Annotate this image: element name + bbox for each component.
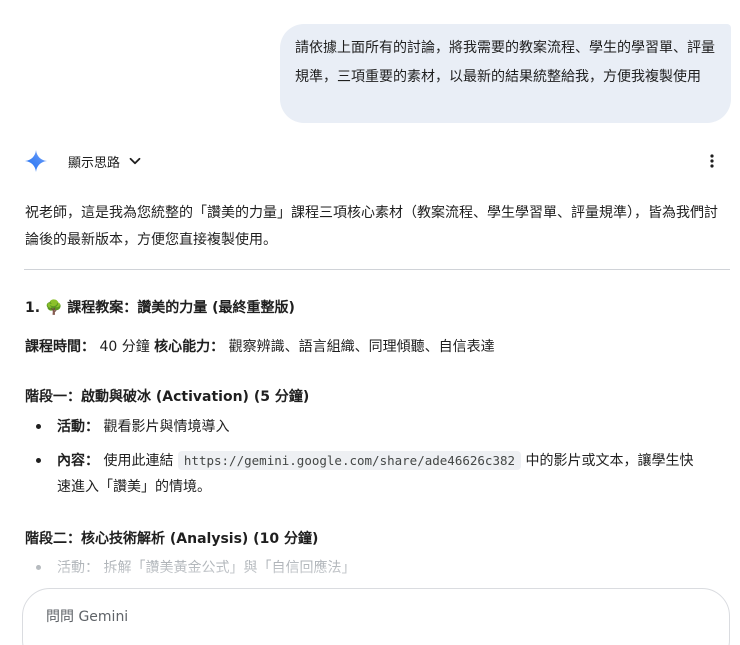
list-item: 活動： 觀看影片與情境導入 <box>25 414 725 440</box>
item-text: 拆解「讚美黃金公式」與「自信回應法」 <box>103 560 356 576</box>
section-number: 1. <box>25 300 41 316</box>
item-text: 觀看影片與情境導入 <box>103 419 230 435</box>
core-ability-value: 觀察辨識、語言組織、同理傾聽、自信表達 <box>228 339 495 355</box>
chevron-down-icon <box>129 157 141 165</box>
gemini-spark-icon <box>25 150 47 172</box>
bullet-dot <box>36 565 41 570</box>
show-thinking-label: 顯示思路 <box>68 155 121 171</box>
item-text: 使用此連結 <box>103 453 174 469</box>
item-text: 中的影片或文本，讓學生快 <box>525 453 694 469</box>
course-time-value: 40 分鐘 <box>99 339 150 355</box>
list-item: 內容： 使用此連結 https://gemini.google.com/shar… <box>25 448 725 500</box>
user-message-text: 請依據上面所有的討論，將我需要的教案流程、學生的學習單、評量規準，三項重要的素材… <box>295 40 715 85</box>
bullet-dot <box>36 458 41 463</box>
section-heading: 1. 🌳 課程教案：讚美的力量 (最終重整版) <box>25 297 295 317</box>
response-intro: 祝老師，這是我為您統整的「讚美的力量」課程三項核心素材（教案流程、學生學習單、評… <box>25 205 718 248</box>
core-ability-label: 核心能力： <box>154 339 225 355</box>
item-label: 活動： <box>57 419 99 435</box>
response-header: 顯示思路 <box>24 146 730 176</box>
show-thinking-toggle[interactable]: 顯示思路 <box>68 150 142 172</box>
response-intro-block: 祝老師，這是我為您統整的「讚美的力量」課程三項核心素材（教案流程、學生學習單、評… <box>25 200 730 254</box>
prompt-input[interactable] <box>46 609 646 625</box>
list-item: 活動： 拆解「讚美黃金公式」與「自信回應法」 <box>25 555 725 581</box>
item-label: 活動： <box>57 560 99 576</box>
bullet-dot <box>36 424 41 429</box>
stage1-heading: 階段一：啟動與破冰 (Activation) (5 分鐘) <box>25 389 310 405</box>
share-link[interactable]: https://gemini.google.com/share/ade46626… <box>177 451 522 470</box>
tree-icon: 🌳 <box>44 300 63 316</box>
item-text: 速進入「讚美」的情境。 <box>57 479 211 495</box>
prompt-input-box[interactable] <box>22 588 730 645</box>
section-title: 課程教案：讚美的力量 (最終重整版) <box>67 300 295 316</box>
course-meta-line: 課程時間： 40 分鐘 核心能力： 觀察辨識、語言組織、同理傾聽、自信表達 <box>25 336 495 356</box>
course-time-label: 課程時間： <box>25 339 95 355</box>
item-label: 內容： <box>57 453 99 469</box>
more-vert-icon <box>710 154 714 168</box>
user-message-bubble: 請依據上面所有的討論，將我需要的教案流程、學生的學習單、評量規準，三項重要的素材… <box>280 24 731 123</box>
chat-page: 請依據上面所有的討論，將我需要的教案流程、學生的學習單、評量規準，三項重要的素材… <box>0 0 740 645</box>
stage2-heading: 階段二：核心技術解析 (Analysis) (10 分鐘) <box>25 531 319 547</box>
section-divider <box>24 269 730 270</box>
more-options-button[interactable] <box>704 151 720 171</box>
